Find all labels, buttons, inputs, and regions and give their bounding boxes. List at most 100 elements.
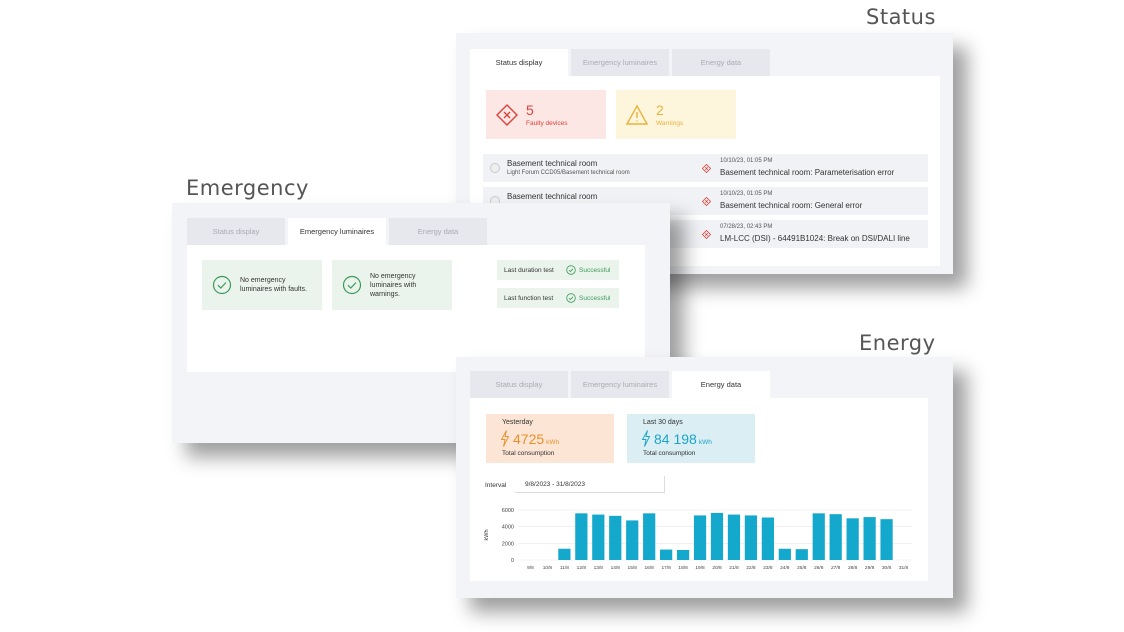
chart-bar [592,514,605,560]
interval-date-field[interactable]: 9/8/2023 - 31/8/2023 [515,476,665,493]
interval-label: Interval [485,482,507,489]
chart-bar [863,517,876,560]
x-tick-label: 9/8 [527,565,534,571]
yesterday-value-wrap: 4725 kWh [513,431,559,447]
tab-energy-data[interactable]: Energy data [672,371,770,398]
chart-bar [812,513,825,560]
row-timestamp: 10/10/23, 01:05 PM [720,158,773,164]
x-tick-label: 31/8 [899,565,909,571]
lightning-bolt-icon [641,430,651,447]
tab-emergency-luminaires[interactable]: Emergency luminaires [571,49,669,76]
tab-status-display[interactable]: Status display [470,371,568,398]
no-warnings-card: No emergency luminaires with warnings. [332,260,452,310]
y-tick-label: 2000 [502,541,514,547]
faulty-devices-card[interactable]: 5 Faulty devices [486,90,606,139]
diamond-x-icon [702,197,711,206]
faulty-label: Faulty devices [526,119,568,127]
x-tick-label: 21/8 [729,565,739,571]
row-timestamp: 10/10/23, 01:05 PM [720,191,773,197]
check-circle-icon [566,293,576,303]
x-tick-label: 25/8 [797,565,807,571]
energy-bar-chart: kWh 6000 4000 2000 0 9/8 10/8 11/8 12/8 13/8 14/8 1… [484,508,912,571]
warnings-label: Warnings [656,119,684,127]
function-test-card: Last function test Successful [497,288,619,308]
chart-bar [643,513,656,560]
x-tick-label: 24/8 [780,565,790,571]
check-circle-icon [342,275,362,295]
row-select-radio[interactable] [490,163,500,173]
x-tick-label: 30/8 [882,565,892,571]
row-timestamp: 07/28/23, 02:43 PM [720,224,773,230]
x-tick-label: 19/8 [695,565,705,571]
no-warnings-text: No emergency luminaires with warnings. [370,272,417,298]
x-tick-label: 10/8 [543,565,553,571]
x-tick-label: 14/8 [611,565,621,571]
chart-bar [575,513,588,560]
lightning-bolt-icon [500,430,510,447]
energy-content: Yesterday 4725 kWh Total consumption Last… [470,398,928,581]
chart-bar [710,512,724,560]
chart-bar [660,549,673,560]
tab-status-display[interactable]: Status display [470,49,568,76]
function-test-result: Successful [579,294,611,302]
row-message: LM-LCC (DSI) - 64491B1024: Break on DSI/… [720,234,910,243]
yesterday-card: Yesterday 4725 kWh Total consumption [486,414,614,463]
x-tick-label: 11/8 [560,565,569,571]
last-30-days-value: 84 198 [654,431,697,447]
tab-emergency-luminaires[interactable]: Emergency luminaires [288,218,386,245]
x-tick-label: 17/8 [661,565,671,571]
tab-emergency-luminaires[interactable]: Emergency luminaires [571,371,669,398]
x-tick-label: 18/8 [678,565,688,571]
x-tick-label: 12/8 [577,565,587,571]
yesterday-value: 4725 [513,431,545,447]
row-message: Basement technical room: General error [720,201,863,210]
row-title: Basement technical room [507,192,598,201]
y-tick-label: 6000 [502,508,514,514]
tab-status-display[interactable]: Status display [187,218,285,245]
x-tick-label: 15/8 [628,565,638,571]
function-test-label: Last function test [504,294,554,302]
x-tick-label: 23/8 [763,565,773,571]
row-message: Basement technical room: Parameterisatio… [720,168,895,177]
chart-bar [744,515,758,560]
x-tick-label: 28/8 [848,565,858,571]
chart-bar [880,519,893,560]
chart-bar [676,550,690,560]
x-tick-label: 13/8 [594,565,604,571]
tab-energy-data[interactable]: Energy data [672,49,770,76]
status-caption: Status [866,5,936,29]
status-tabs: Status display Emergency luminaires Ener… [470,49,773,76]
x-tick-label: 26/8 [814,565,824,571]
row-subtitle: Light Forum CCD05/Basement technical roo… [507,170,630,176]
last-30-days-unit: kWh [698,439,712,446]
chart-bar [693,515,707,560]
warning-triangle-icon [626,104,648,125]
status-row[interactable]: Basement technical room Light Forum CCD0… [483,154,928,182]
last-30-days-label: Last 30 days [643,419,683,426]
x-tick-label: 27/8 [831,565,841,571]
chart-bar [626,520,639,560]
diamond-x-icon [702,164,711,173]
x-tick-label: 16/8 [645,565,655,571]
check-circle-icon [566,265,576,275]
last-30-days-value-wrap: 84 198 kWh [654,431,712,447]
chart-bar [829,514,842,560]
no-faults-text: No emergency luminaires with faults. [240,277,307,293]
tab-energy-data[interactable]: Energy data [389,218,487,245]
warnings-card[interactable]: 2 Warnings [616,90,736,139]
row-title: Basement technical room [507,159,598,168]
energy-caption: Energy [859,331,936,355]
chart-bar [795,549,808,560]
y-axis-label: kWh [484,530,490,541]
chart-bar [727,514,741,560]
duration-test-label: Last duration test [504,266,554,274]
yesterday-sub: Total consumption [502,450,555,457]
x-tick-label: 20/8 [712,565,722,571]
y-tick-label: 0 [511,558,514,564]
yesterday-label: Yesterday [502,419,533,426]
check-circle-icon [212,275,232,295]
warnings-count: 2 [656,101,664,118]
chart-bar [558,548,571,560]
chart-bar [761,517,774,560]
emergency-tabs: Status display Emergency luminaires Ener… [187,218,490,245]
